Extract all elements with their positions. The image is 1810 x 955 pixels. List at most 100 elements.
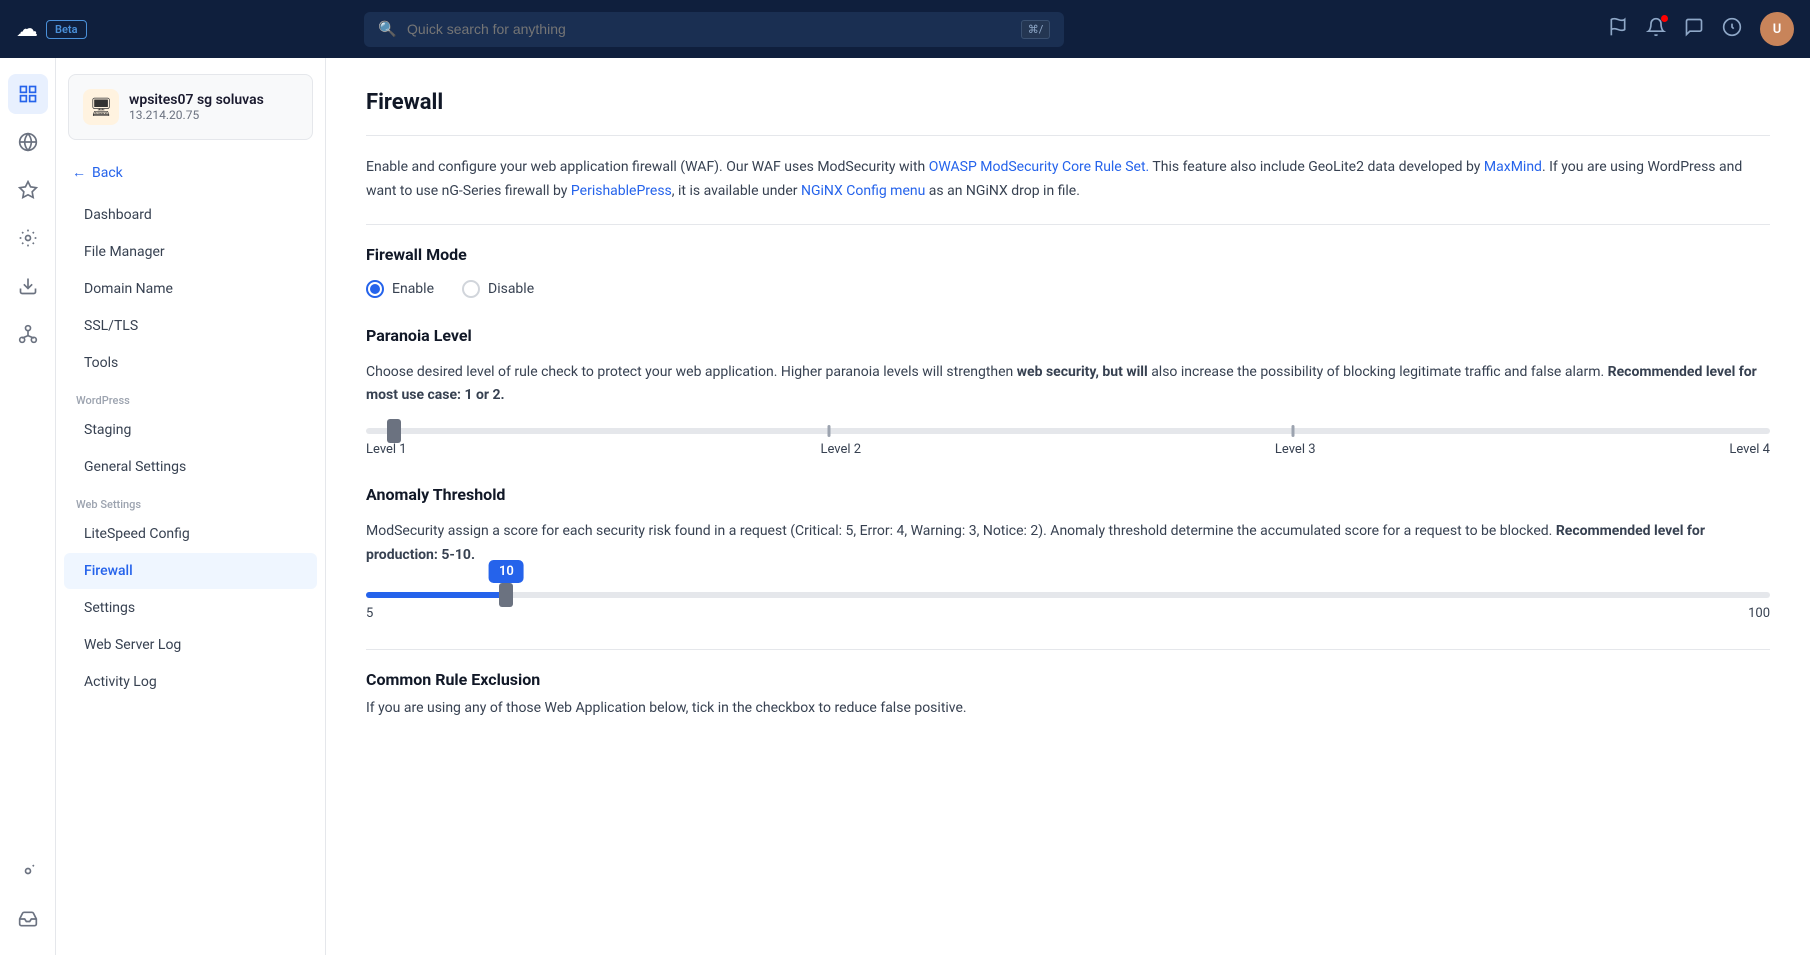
desc-text-1: Enable and configure your web applicatio… — [366, 159, 929, 175]
nav-wordpress: Staging General Settings — [56, 412, 325, 485]
sidebar-icon-download[interactable] — [8, 266, 48, 306]
nav-item-tools[interactable]: Tools — [64, 345, 317, 381]
anomaly-slider-wrap: 10 — [366, 592, 1770, 598]
server-name: wpsites07 sg soluvas — [129, 92, 264, 108]
paranoia-desc-bold: web security, but will — [1017, 364, 1148, 380]
sidebar-icon-gear[interactable] — [8, 851, 48, 891]
paranoia-level-3: Level 3 — [1275, 442, 1316, 457]
anomaly-desc-text: ModSecurity assign a score for each secu… — [366, 523, 1556, 539]
sidebar-icon-network[interactable] — [8, 314, 48, 354]
title-divider — [366, 135, 1770, 136]
nav-item-web-server-log[interactable]: Web Server Log — [64, 627, 317, 663]
firewall-mode-section: Firewall Mode Enable Disable — [366, 245, 1770, 298]
cre-title: Common Rule Exclusion — [366, 670, 1770, 689]
notification-dot — [1661, 15, 1668, 22]
sidebar-icon-grid[interactable] — [8, 74, 48, 114]
desc-text-4: , it is available under — [672, 183, 801, 199]
search-shortcut: ⌘/ — [1021, 20, 1051, 39]
anomaly-description: ModSecurity assign a score for each secu… — [366, 520, 1770, 568]
server-icon: 🖥 — [83, 89, 119, 125]
firewall-mode-title: Firewall Mode — [366, 245, 1770, 264]
anomaly-slider-track[interactable] — [366, 592, 1770, 598]
radio-enable-circle — [366, 280, 384, 298]
avatar-initials: U — [1773, 22, 1782, 37]
cre-description: If you are using any of those Web Applic… — [366, 697, 1770, 721]
paranoia-slider-thumb[interactable] — [387, 419, 401, 443]
nav-item-file-manager[interactable]: File Manager — [64, 234, 317, 270]
desc-text-2: This feature also include GeoLite2 data … — [1149, 159, 1484, 175]
common-rule-section: Common Rule Exclusion If you are using a… — [366, 670, 1770, 721]
paranoia-slider-track[interactable] — [366, 428, 1770, 434]
flag-icon[interactable] — [1608, 17, 1628, 42]
nav-item-settings[interactable]: Settings — [64, 590, 317, 626]
main-layout: 🖥 wpsites07 sg soluvas 13.214.20.75 ← Ba… — [0, 58, 1810, 955]
firewall-mode-radio-group: Enable Disable — [366, 280, 1770, 298]
anomaly-range-labels: 5 100 — [366, 606, 1770, 621]
avatar[interactable]: U — [1760, 12, 1794, 46]
anomaly-max-label: 100 — [1748, 606, 1770, 621]
nav-item-general-settings[interactable]: General Settings — [64, 449, 317, 485]
server-ip: 13.214.20.75 — [129, 108, 264, 122]
sidebar-icon-inbox[interactable] — [8, 899, 48, 939]
sidebar-icon-globe[interactable] — [8, 122, 48, 162]
web-settings-section-label: Web Settings — [56, 486, 325, 515]
nginx-config-link[interactable]: NGiNX Config menu — [801, 183, 925, 199]
owasp-link[interactable]: OWASP ModSecurity Core Rule Set. — [929, 159, 1149, 175]
main-content: Firewall Enable and configure your web a… — [326, 58, 1810, 955]
paranoia-slider-labels: Level 1 Level 2 Level 3 Level 4 — [366, 442, 1770, 457]
nav-item-staging[interactable]: Staging — [64, 412, 317, 448]
anomaly-title: Anomaly Threshold — [366, 485, 1770, 504]
icon-sidebar — [0, 58, 56, 955]
nav-item-ssl-tls[interactable]: SSL/TLS — [64, 308, 317, 344]
chat-icon[interactable] — [1684, 17, 1704, 42]
anomaly-fill — [366, 592, 506, 598]
paranoia-level-1: Level 1 — [366, 442, 407, 457]
paranoia-desc-after: also increase the possibility of blockin… — [1148, 364, 1608, 380]
nav-item-activity-log[interactable]: Activity Log — [64, 664, 317, 700]
paranoia-level-2: Level 2 — [820, 442, 861, 457]
back-label: Back — [92, 165, 123, 181]
topnav: ☁ Beta 🔍 ⌘/ U — [0, 0, 1810, 58]
logo-icon: ☁ — [16, 17, 38, 42]
nav-item-domain-name[interactable]: Domain Name — [64, 271, 317, 307]
anomaly-value-badge: 10 — [489, 560, 524, 583]
nav-item-firewall[interactable]: Firewall — [64, 553, 317, 589]
anomaly-section: Anomaly Threshold ModSecurity assign a s… — [366, 485, 1770, 621]
nav-item-litespeed[interactable]: LiteSpeed Config — [64, 516, 317, 552]
anomaly-divider — [366, 649, 1770, 650]
paranoia-tick-1 — [828, 425, 831, 437]
maxmind-link[interactable]: MaxMind — [1484, 159, 1542, 175]
search-bar[interactable]: 🔍 ⌘/ — [364, 12, 1064, 47]
user-circle-icon[interactable] — [1722, 17, 1742, 42]
nav-main: Dashboard File Manager Domain Name SSL/T… — [56, 197, 325, 381]
paranoia-desc-before: Choose desired level of rule check to pr… — [366, 364, 1017, 380]
bell-icon[interactable] — [1646, 17, 1666, 42]
topnav-right: U — [1608, 12, 1794, 46]
search-icon: 🔍 — [378, 20, 397, 38]
radio-disable[interactable]: Disable — [462, 280, 534, 298]
desc-text-5: as an NGiNX drop in file. — [925, 183, 1080, 199]
wordpress-section-label: WordPress — [56, 382, 325, 411]
anomaly-min-label: 5 — [366, 606, 373, 621]
sidebar-icon-star[interactable] — [8, 170, 48, 210]
radio-enable[interactable]: Enable — [366, 280, 434, 298]
page-title: Firewall — [366, 90, 1770, 115]
back-chevron-icon: ← — [72, 164, 86, 181]
radio-disable-label: Disable — [488, 281, 534, 297]
paranoia-description: Choose desired level of rule check to pr… — [366, 361, 1770, 409]
paranoia-slider-section: Level 1 Level 2 Level 3 Level 4 — [366, 428, 1770, 457]
perishablepress-link[interactable]: PerishablePress — [571, 183, 672, 199]
back-button[interactable]: ← Back — [56, 156, 325, 189]
search-input[interactable] — [407, 21, 1011, 37]
server-info: wpsites07 sg soluvas 13.214.20.75 — [129, 92, 264, 122]
anomaly-slider-thumb[interactable] — [499, 583, 513, 607]
logo-area: ☁ Beta — [16, 17, 87, 42]
beta-badge: Beta — [46, 20, 87, 39]
paranoia-title: Paranoia Level — [366, 326, 1770, 345]
nav-item-dashboard[interactable]: Dashboard — [64, 197, 317, 233]
paranoia-level-4: Level 4 — [1729, 442, 1770, 457]
radio-enable-inner — [370, 284, 380, 294]
radio-disable-circle — [462, 280, 480, 298]
nav-web-settings: LiteSpeed Config Firewall Settings Web S… — [56, 516, 325, 700]
sidebar-icon-settings[interactable] — [8, 218, 48, 258]
